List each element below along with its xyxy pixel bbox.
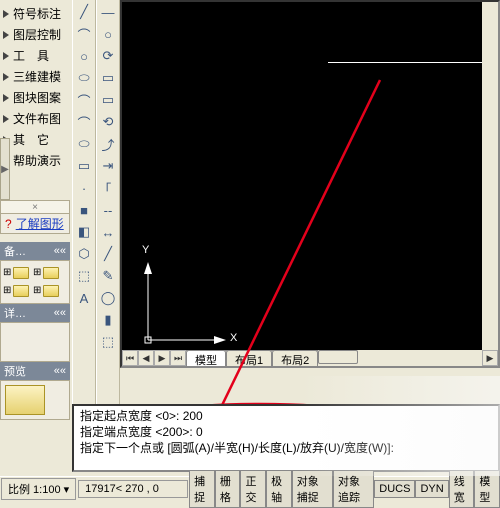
- detail-palette-header[interactable]: 详…««: [0, 304, 70, 322]
- axis-y-label: Y: [142, 244, 149, 256]
- preview-palette-header[interactable]: 预览««: [0, 362, 70, 380]
- ellipse-arc-icon[interactable]: ⬭: [74, 134, 94, 154]
- menu-item[interactable]: 文件布图: [3, 108, 71, 129]
- extend-icon[interactable]: ｢: [98, 178, 118, 198]
- ellipse-icon[interactable]: ⬭: [74, 68, 94, 88]
- offset-icon[interactable]: ⟲: [98, 112, 118, 132]
- folder-item[interactable]: ⊞: [5, 265, 33, 281]
- fillet-icon[interactable]: ✎: [98, 266, 118, 286]
- gradient-icon[interactable]: ◧: [74, 222, 94, 242]
- coordinates-display: 17917< 270 , 0: [78, 480, 188, 498]
- nav-close[interactable]: ×: [0, 200, 70, 214]
- line-icon[interactable]: ╱: [74, 2, 94, 22]
- learn-drawing-link[interactable]: 了解图形: [16, 215, 64, 232]
- backup-palette-body: ⊞ ⊞ ⊞ ⊞: [0, 260, 70, 304]
- menu-item[interactable]: 三维建模: [3, 66, 71, 87]
- command-window[interactable]: 指定起点宽度 <0>: 200 指定端点宽度 <200>: 0 指定下一个点或 …: [72, 404, 500, 472]
- ucs-icon: Y X: [134, 254, 234, 354]
- break-icon[interactable]: --: [98, 200, 118, 220]
- collapse-icon: ««: [54, 307, 66, 319]
- explode-icon[interactable]: ◯: [98, 288, 118, 308]
- backup-palette-header[interactable]: 备…««: [0, 242, 70, 260]
- collapse-icon: ««: [54, 245, 66, 257]
- folder-icon: [13, 267, 29, 279]
- dyn-toggle[interactable]: DYN: [415, 480, 448, 498]
- rotate-icon[interactable]: ⟳: [98, 46, 118, 66]
- draw-toolbar: ╱ ⌒ ○ ⬭ ⌒ ⌒ ⬭ ▭ · ■ ◧ ⬡ ⬚ A: [72, 0, 96, 406]
- tab-prev-button[interactable]: ◀: [138, 350, 154, 366]
- modify-toolbar: — ○ ⟳ ▭ ▭ ⟲ ⤴ ⇥ ｢ -- ↔ ╱ ✎ ◯ ▮ ⬚: [96, 0, 120, 406]
- rectangle-icon[interactable]: ▭: [74, 156, 94, 176]
- expand-icon: [3, 52, 9, 60]
- folder-icon: [13, 285, 29, 297]
- preview-palette-body: [0, 380, 70, 420]
- expand-icon: [3, 115, 9, 123]
- hatch-icon[interactable]: ■: [74, 200, 94, 220]
- trim-icon[interactable]: ⇥: [98, 156, 118, 176]
- region-icon[interactable]: ⬚: [74, 266, 94, 286]
- otrack-toggle[interactable]: 对象追踪: [333, 470, 374, 508]
- spline-icon[interactable]: ⌒: [74, 112, 94, 132]
- horizontal-scrollbar[interactable]: [318, 350, 482, 366]
- tab-model[interactable]: 模型: [186, 350, 226, 366]
- drawn-line: [328, 62, 488, 63]
- drawing-canvas[interactable]: Y X ⏮ ◀ ▶ ⏭ 模型 布局1 布局2 ▶: [120, 0, 500, 368]
- snap-toggle[interactable]: 捕捉: [189, 470, 215, 508]
- arc-icon[interactable]: ⌒: [74, 90, 94, 110]
- tab-first-button[interactable]: ⏮: [122, 350, 138, 366]
- model-tab-bar: ⏮ ◀ ▶ ⏭ 模型 布局1 布局2 ▶: [122, 350, 498, 366]
- erase-icon[interactable]: ▮: [98, 310, 118, 330]
- folder-item[interactable]: ⊞: [35, 265, 63, 281]
- stretch-icon[interactable]: ↔: [98, 222, 118, 242]
- folder-icon: [43, 285, 59, 297]
- expand-icon: [3, 94, 9, 102]
- expand-icon: [3, 31, 9, 39]
- ortho-toggle[interactable]: 正交: [240, 470, 266, 508]
- array-icon[interactable]: ▭: [98, 68, 118, 88]
- polar-toggle[interactable]: 极轴: [266, 470, 292, 508]
- folder-icon: [43, 267, 59, 279]
- move-icon[interactable]: —: [98, 2, 118, 22]
- menu-item[interactable]: 工 具: [3, 45, 71, 66]
- command-history-line: 指定起点宽度 <0>: 200: [80, 408, 492, 424]
- folder-item[interactable]: ⊞: [35, 283, 63, 299]
- ducs-toggle[interactable]: DUCS: [374, 480, 415, 498]
- menu-item[interactable]: 图层控制: [3, 24, 71, 45]
- osnap-toggle[interactable]: 对象捕捉: [292, 470, 333, 508]
- chamfer-icon[interactable]: ╱: [98, 244, 118, 264]
- tab-layout1[interactable]: 布局1: [226, 350, 272, 366]
- copy-icon[interactable]: ○: [98, 24, 118, 44]
- scale-icon[interactable]: ▭: [98, 90, 118, 110]
- collapse-icon: ««: [54, 365, 66, 377]
- question-icon: ?: [5, 217, 12, 231]
- expand-icon: [3, 10, 9, 18]
- grid-toggle[interactable]: 栅格: [215, 470, 241, 508]
- command-prompt-line: 指定下一个点或 [圆弧(A)/半宽(H)/长度(L)/放弃(U)/宽度(W)]:: [80, 440, 492, 456]
- expand-icon: [3, 73, 9, 81]
- nav-palette: × ? 了解图形 备…«« ⊞ ⊞ ⊞ ⊞ 详…«« 预览««: [0, 140, 70, 420]
- circle-icon[interactable]: ○: [74, 46, 94, 66]
- arc-icon[interactable]: ⌒: [74, 24, 94, 44]
- model-toggle[interactable]: 模型: [474, 470, 500, 508]
- status-bar: 比例 1:100 ▾ 17917< 270 , 0 捕捉 栅格 正交 极轴 对象…: [0, 476, 500, 500]
- axis-x-label: X: [230, 332, 237, 344]
- camera-icon[interactable]: ⬚: [98, 332, 118, 352]
- tab-last-button[interactable]: ⏭: [170, 350, 186, 366]
- detail-palette-body: [0, 322, 70, 362]
- menu-item[interactable]: 符号标注: [3, 3, 71, 24]
- folder-item[interactable]: ⊞: [5, 283, 33, 299]
- text-icon[interactable]: A: [74, 288, 94, 308]
- preview-swatch: [5, 385, 45, 415]
- mirror-icon[interactable]: ⤴: [98, 134, 118, 154]
- vertical-scrollbar[interactable]: [482, 2, 498, 350]
- point-icon[interactable]: ·: [74, 178, 94, 198]
- tab-layout2[interactable]: 布局2: [272, 350, 318, 366]
- polygon-icon[interactable]: ⬡: [74, 244, 94, 264]
- command-history-line: 指定端点宽度 <200>: 0: [80, 424, 492, 440]
- lineweight-toggle[interactable]: 线宽: [449, 470, 475, 508]
- scroll-right-button[interactable]: ▶: [482, 350, 498, 366]
- scale-display[interactable]: 比例 1:100 ▾: [1, 478, 76, 500]
- tab-next-button[interactable]: ▶: [154, 350, 170, 366]
- menu-item[interactable]: 图块图案: [3, 87, 71, 108]
